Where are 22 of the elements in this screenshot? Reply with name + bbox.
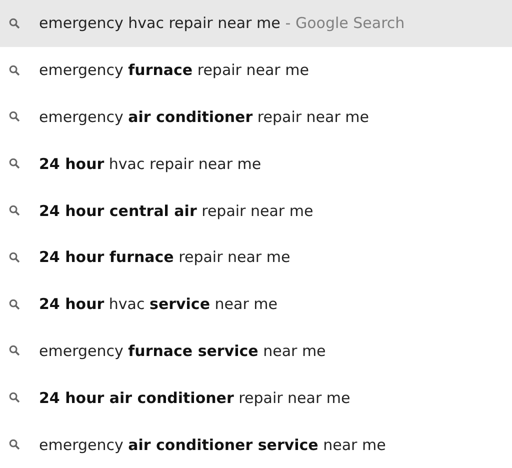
search-icon [9, 205, 20, 216]
suggestion-text: emergency furnace service near me [39, 342, 326, 360]
suggestion-text: 24 hour air conditioner repair near me [39, 388, 350, 407]
search-icon [9, 252, 20, 263]
suggestion-text: emergency air conditioner repair near me [39, 108, 369, 126]
search-icon [9, 18, 20, 29]
suggestion-source: - Google Search [285, 14, 405, 32]
suggestion-item[interactable]: emergency hvac repair near me - Google Search [0, 0, 512, 47]
search-icon [9, 345, 20, 356]
suggestion-text: emergency hvac repair near me [39, 14, 280, 32]
search-icon [9, 158, 20, 170]
suggestion-text: 24 hour furnace repair near me [39, 248, 290, 266]
suggestion-text: 24 hour hvac service near me [39, 295, 278, 314]
search-icon [9, 439, 20, 450]
suggestion-text: emergency air conditioner service near me [39, 436, 386, 454]
search-icon [9, 298, 20, 310]
search-icon [9, 111, 20, 122]
search-icon [9, 392, 20, 404]
suggestion-text: 24 hour hvac repair near me [39, 154, 262, 173]
suggestion-text: 24 hour central air repair near me [39, 202, 314, 220]
suggestion-text: emergency furnace repair near me [39, 61, 309, 80]
search-icon [9, 64, 20, 76]
